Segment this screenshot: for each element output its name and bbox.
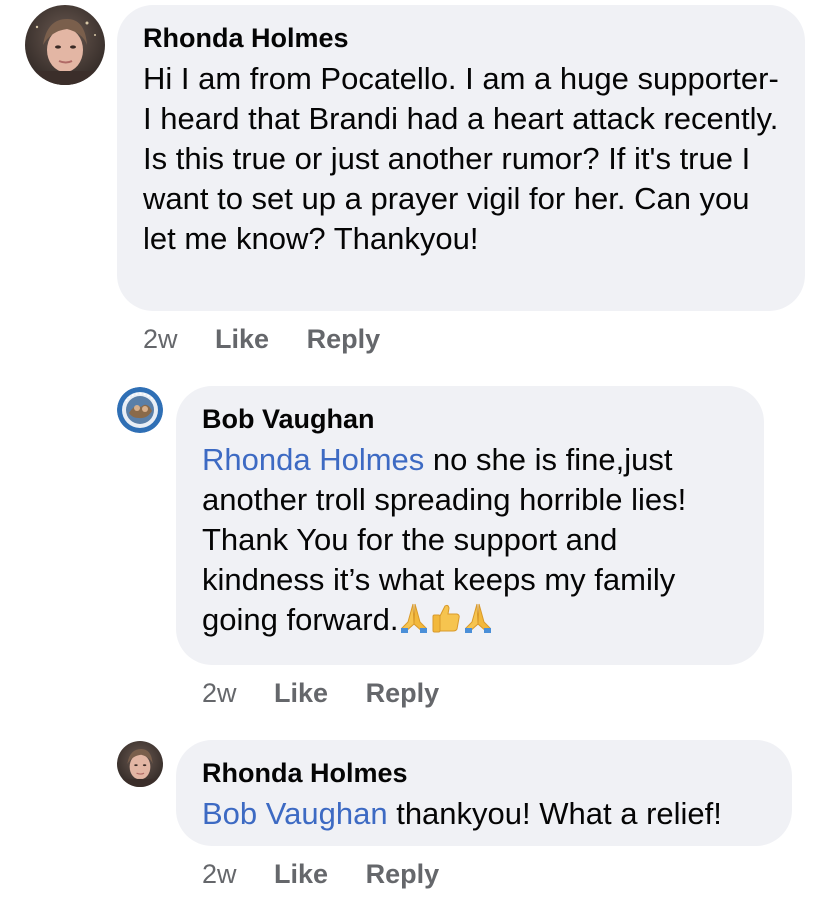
reply-bubble: Rhonda Holmes Bob Vaughan thankyou! What…	[176, 740, 792, 846]
comment-actions: 2w Like Reply	[202, 676, 439, 710]
comment-text: Hi I am from Pocatello. I am a huge supp…	[143, 61, 779, 256]
comment-author[interactable]: Bob Vaughan	[202, 402, 748, 436]
comment-bubble: Rhonda Holmes Hi I am from Pocatello. I …	[117, 5, 805, 311]
folded-hands-icon	[463, 602, 493, 644]
profile-photo-icon	[117, 741, 163, 787]
comment-text-body: thankyou! What a relief!	[387, 796, 722, 831]
like-button[interactable]: Like	[274, 678, 328, 708]
comment-actions: 2w Like Reply	[202, 857, 439, 891]
avatar-rhonda-holmes[interactable]	[25, 5, 105, 85]
comment-actions: 2w Like Reply	[143, 322, 380, 356]
avatar-rhonda-holmes[interactable]	[117, 741, 163, 787]
comment-timestamp[interactable]: 2w	[202, 678, 237, 708]
like-button[interactable]: Like	[215, 324, 269, 354]
profile-photo-icon	[117, 387, 163, 433]
comment-author[interactable]: Rhonda Holmes	[202, 756, 776, 790]
reply-button[interactable]: Reply	[366, 678, 440, 708]
avatar-bob-vaughan[interactable]	[117, 387, 163, 433]
mention-link[interactable]: Bob Vaughan	[202, 796, 388, 831]
comment-text: Rhonda Holmes no she is fine,just anothe…	[202, 440, 748, 644]
reply-bubble: Bob Vaughan Rhonda Holmes no she is fine…	[176, 386, 764, 665]
comment-author[interactable]: Rhonda Holmes	[143, 21, 783, 55]
comment-timestamp[interactable]: 2w	[202, 859, 237, 889]
thumbs-up-icon	[430, 602, 462, 644]
reply-button[interactable]: Reply	[307, 324, 381, 354]
comment-timestamp[interactable]: 2w	[143, 324, 178, 354]
like-button[interactable]: Like	[274, 859, 328, 889]
comment-text: Bob Vaughan thankyou! What a relief!	[202, 794, 776, 834]
folded-hands-icon	[399, 602, 429, 644]
mention-link[interactable]: Rhonda Holmes	[202, 442, 424, 477]
profile-photo-icon	[25, 5, 105, 85]
reply-button[interactable]: Reply	[366, 859, 440, 889]
